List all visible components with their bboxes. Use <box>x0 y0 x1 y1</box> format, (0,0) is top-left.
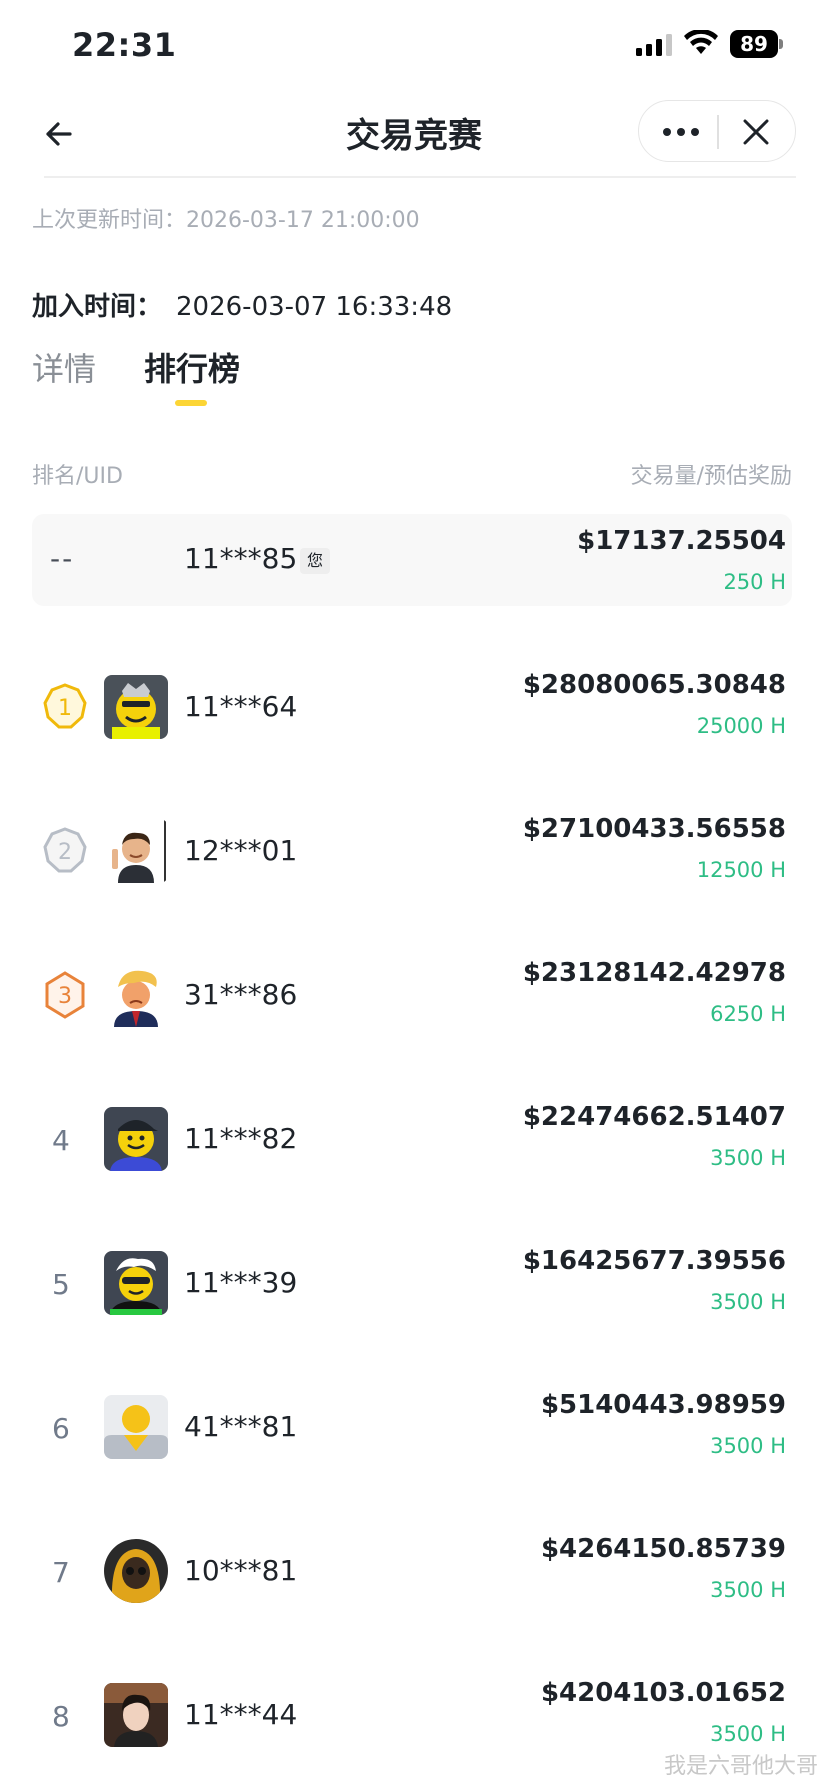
uid: 11***82 <box>184 1122 298 1155</box>
active-tab-indicator <box>175 400 207 406</box>
battery-icon: 89 <box>730 30 783 58</box>
leaderboard-row[interactable]: 6 41***81 $5140443.98959 3500 H <box>0 1360 828 1504</box>
uid: 12***01 <box>184 834 298 867</box>
estimated-reward: 6250 H <box>710 1002 786 1026</box>
status-bar: 22:31 89 <box>0 0 828 90</box>
estimated-reward: 3500 H <box>710 1722 786 1746</box>
tab-details[interactable]: 详情 <box>32 344 96 390</box>
battery-level: 89 <box>730 30 778 58</box>
my-uid: 11***85 <box>184 542 298 575</box>
my-volume: $17137.25504 <box>577 526 786 556</box>
smiley-sunglasses-avatar[interactable] <box>104 1251 168 1315</box>
join-time: 加入时间： 2026-03-07 16:33:48 <box>32 286 452 323</box>
mini-program-capsule <box>638 100 796 162</box>
smiley-crown-avatar[interactable] <box>104 675 168 739</box>
nav-divider <box>44 176 796 178</box>
my-reward: 250 H <box>723 570 786 594</box>
uid: 31***86 <box>184 978 298 1011</box>
trade-volume: $4264150.85739 <box>540 1534 786 1564</box>
leaderboard-row[interactable]: 7 10***81 $4264150.85739 3500 H <box>0 1504 828 1648</box>
estimated-reward: 3500 H <box>710 1146 786 1170</box>
you-badge: 您 <box>300 548 330 574</box>
rank-number: 8 <box>52 1700 70 1733</box>
column-header-rank-uid: 排名/UID <box>32 464 123 489</box>
leaderboard-row[interactable]: 3 31***86 $23128142.42978 6250 H <box>0 928 828 1072</box>
leaderboard-row[interactable]: 2 12***01 $27100433.56558 12500 H <box>0 784 828 928</box>
join-time-label: 加入时间： <box>32 292 163 322</box>
portrait-avatar[interactable] <box>104 1683 168 1747</box>
trade-volume: $22474662.51407 <box>522 1102 786 1132</box>
rank-number: 4 <box>52 1124 70 1157</box>
silver-medal-icon: 2 <box>43 827 87 873</box>
smiley-cap-avatar[interactable] <box>104 1107 168 1171</box>
trade-volume: $16425677.39556 <box>522 1246 786 1276</box>
hooded-figure-avatar[interactable] <box>104 1539 168 1603</box>
wifi-icon <box>684 30 718 54</box>
estimated-reward: 25000 H <box>696 714 786 738</box>
my-rank-row: -- 11***85 您 $17137.25504 250 H <box>32 514 792 606</box>
bronze-medal-icon: 3 <box>45 971 85 1019</box>
uid: 11***39 <box>184 1266 298 1299</box>
estimated-reward: 3500 H <box>710 1578 786 1602</box>
capsule-divider <box>717 115 719 149</box>
watermark-text: 我是六哥他大哥 <box>663 1754 818 1779</box>
battery-tip <box>779 39 783 49</box>
medal-rank: 1 <box>58 696 72 721</box>
nav-bar: 交易竞赛 <box>0 90 828 176</box>
cellular-signal-icon <box>636 34 672 56</box>
trade-volume: $5140443.98959 <box>540 1390 786 1420</box>
status-time: 22:31 <box>72 26 177 64</box>
estimated-reward: 3500 H <box>710 1290 786 1314</box>
more-dots-icon[interactable] <box>659 117 703 147</box>
uid: 41***81 <box>184 1410 298 1443</box>
uid: 11***44 <box>184 1698 298 1731</box>
uid: 11***64 <box>184 690 298 723</box>
medal-rank: 3 <box>58 984 72 1009</box>
cartoon-man-avatar[interactable] <box>104 819 168 883</box>
uid: 10***81 <box>184 1554 298 1587</box>
rank-number: 6 <box>52 1412 70 1445</box>
my-rank: -- <box>50 542 75 575</box>
last-updated-text: 上次更新时间：2026-03-17 21:00:00 <box>32 208 420 233</box>
gold-medal-icon: 1 <box>43 683 87 729</box>
leaderboard-row[interactable]: 5 11***39 $16425677.39556 3500 H <box>0 1216 828 1360</box>
trade-volume: $4204103.01652 <box>540 1678 786 1708</box>
estimated-reward: 3500 H <box>710 1434 786 1458</box>
rank-number: 5 <box>52 1268 70 1301</box>
rank-number: 7 <box>52 1556 70 1589</box>
trade-volume: $27100433.56558 <box>522 814 786 844</box>
leaderboard-row[interactable]: 1 11***64 $28080065.30848 25000 H <box>0 640 828 784</box>
close-icon[interactable] <box>741 117 771 147</box>
estimated-reward: 12500 H <box>696 858 786 882</box>
column-header-volume-reward: 交易量/预估奖励 <box>630 464 792 489</box>
default-avatar[interactable] <box>104 1395 168 1459</box>
trade-volume: $23128142.42978 <box>522 958 786 988</box>
leaderboard-row[interactable]: 4 11***82 $22474662.51407 3500 H <box>0 1072 828 1216</box>
medal-rank: 2 <box>58 840 72 865</box>
trade-volume: $28080065.30848 <box>522 670 786 700</box>
tab-leaderboard[interactable]: 排行榜 <box>144 344 240 390</box>
cartoon-blond-man-avatar[interactable] <box>104 963 168 1027</box>
join-time-value: 2026-03-07 16:33:48 <box>176 292 453 322</box>
